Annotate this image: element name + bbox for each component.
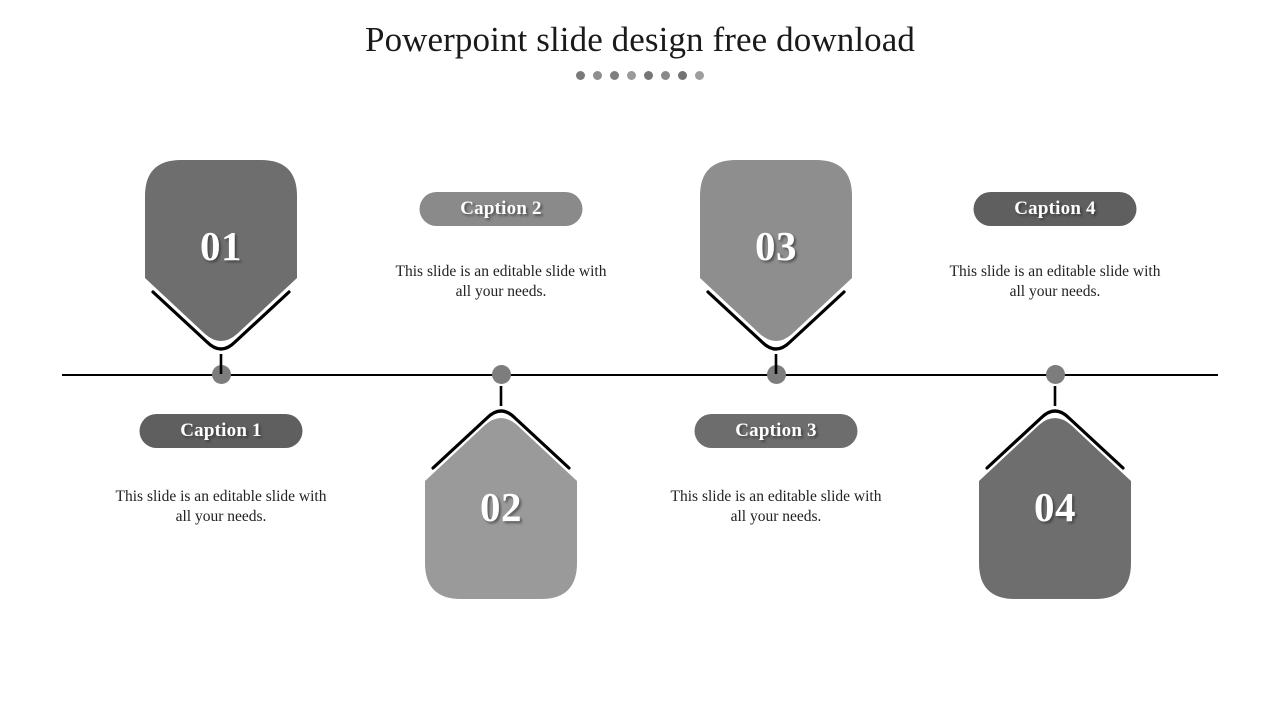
milestone-number-1: 01	[200, 223, 242, 269]
slide-canvas: Powerpoint slide design free download 01…	[0, 0, 1280, 720]
milestone-body-3: This slide is an editable slide with all…	[670, 488, 882, 525]
milestone-caption-pill-4[interactable]: Caption 4	[973, 192, 1137, 226]
title-decor-dot-6	[661, 70, 670, 80]
timeline-node-4	[1046, 365, 1065, 384]
timeline-node-2	[492, 365, 511, 384]
title-decor-dots	[0, 69, 1280, 81]
title-decor-dot-1	[576, 70, 585, 80]
milestone-number-4: 04	[1034, 484, 1076, 530]
milestone-group-1: 01 Caption 1 This slide is an editable s…	[61, 0, 381, 720]
milestone-caption-label-2: Caption 2	[460, 198, 542, 219]
title-decor-dot-8	[695, 70, 704, 80]
milestone-group-3: 03 Caption 3 This slide is an editable s…	[616, 0, 936, 720]
milestone-body-1: This slide is an editable slide with all…	[115, 488, 327, 525]
title-decor-dot-2	[593, 70, 602, 80]
milestone-caption-pill-3[interactable]: Caption 3	[694, 414, 858, 448]
connector-1	[151, 290, 291, 374]
title-decor-dot-5	[644, 70, 653, 80]
title-decor-dot-7	[678, 70, 687, 80]
milestone-caption-label-1: Caption 1	[180, 420, 262, 441]
milestone-body-4: This slide is an editable slide with all…	[949, 263, 1161, 300]
milestone-caption-pill-2[interactable]: Caption 2	[419, 192, 583, 226]
milestone-caption-label-3: Caption 3	[735, 420, 817, 441]
milestone-shape-4[interactable]: 04	[979, 411, 1131, 599]
milestone-group-2: Caption 2 This slide is an editable slid…	[341, 0, 661, 720]
milestone-caption-label-4: Caption 4	[1014, 198, 1096, 219]
title-decor-dot-3	[610, 70, 619, 80]
title-block: Powerpoint slide design free download	[0, 18, 1280, 81]
milestone-group-4: Caption 4 This slide is an editable slid…	[895, 0, 1215, 720]
milestone-number-2: 02	[480, 484, 522, 530]
milestone-caption-pill-1[interactable]: Caption 1	[139, 414, 303, 448]
milestone-shape-2[interactable]: 02	[425, 411, 577, 599]
title-decor-dot-4	[627, 70, 636, 80]
connector-3	[706, 290, 846, 374]
milestone-body-2: This slide is an editable slide with all…	[395, 263, 607, 300]
page-title: Powerpoint slide design free download	[365, 20, 915, 59]
milestone-number-3: 03	[755, 223, 797, 269]
